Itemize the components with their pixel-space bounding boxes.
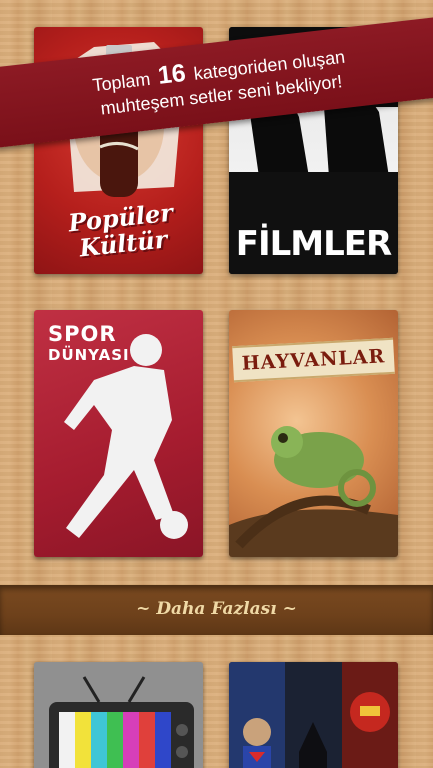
- category-count: 16: [156, 58, 188, 90]
- more-section-header: ~ Daha Fazlası ~: [0, 585, 433, 635]
- category-card-spor-dunyasi[interactable]: SPOR DÜNYASI: [34, 310, 203, 557]
- category-title-line2: DÜNYASI: [48, 346, 130, 364]
- category-card-superheroes[interactable]: [229, 662, 398, 768]
- tv-icon: [34, 662, 203, 768]
- category-card-tv[interactable]: [34, 662, 203, 768]
- more-label: ~ Daha Fazlası ~: [136, 599, 297, 619]
- category-screen: Popüler Kültür FİLMLER SPOR DÜNYASI HAYV…: [0, 0, 433, 768]
- category-title: SPOR DÜNYASI: [48, 322, 130, 364]
- category-card-hayvanlar[interactable]: HAYVANLAR: [229, 310, 398, 557]
- category-title: FİLMLER: [235, 224, 392, 264]
- superheroes-illustration: [229, 662, 398, 768]
- category-title-line1: SPOR: [48, 322, 117, 346]
